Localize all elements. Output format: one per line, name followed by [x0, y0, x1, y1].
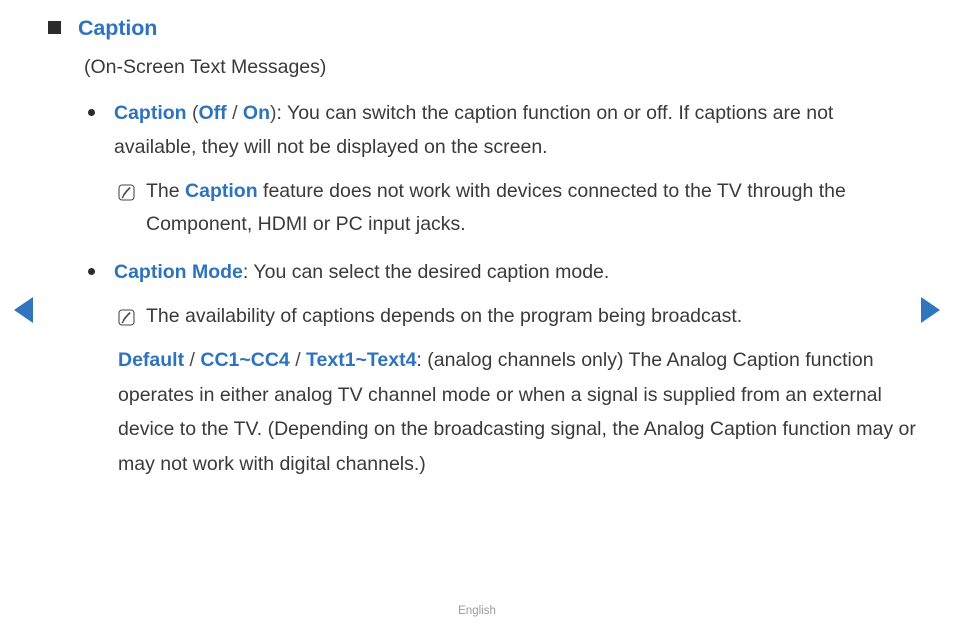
page-subtitle: (On-Screen Text Messages)	[84, 56, 327, 78]
footer-language: English	[458, 605, 496, 617]
option-on: On	[242, 102, 271, 124]
analog-caption-paragraph: Default / CC1~CC4 / Text1~Text4: (analog…	[118, 343, 918, 481]
option-term-caption-mode: Caption Mode	[114, 261, 243, 283]
section-heading: Caption	[48, 12, 910, 44]
option-text1-text4: Text1~Text4	[306, 349, 417, 371]
note-row: The Caption feature does not work with d…	[118, 175, 910, 241]
sep-1: /	[184, 349, 201, 371]
option-slash: /	[226, 102, 243, 124]
previous-page-arrow-icon[interactable]	[14, 297, 33, 323]
note-pen-icon	[118, 309, 135, 326]
page-title: Caption	[78, 16, 158, 40]
paren-open: (	[186, 102, 199, 124]
content-column: Caption (On-Screen Text Messages) Captio…	[48, 12, 916, 481]
colon-1: :	[276, 102, 287, 124]
colon-3: :	[416, 349, 428, 371]
sep-2: /	[289, 349, 307, 371]
note-text: The Caption feature does not work with d…	[146, 175, 910, 241]
list-item-text: Caption Mode: You can select the desired…	[114, 255, 910, 289]
list-item-body: You can select the desired caption mode.	[253, 261, 610, 283]
option-term-caption: Caption	[114, 102, 187, 124]
colon-2: :	[242, 261, 254, 283]
bullet-dot-icon	[88, 109, 95, 116]
note-pen-icon	[118, 184, 135, 201]
option-cc1-cc4: CC1~CC4	[200, 349, 290, 371]
note-row: The availability of captions depends on …	[118, 300, 910, 333]
option-off: Off	[198, 102, 227, 124]
manual-page: Caption (On-Screen Text Messages) Captio…	[0, 0, 954, 624]
list-item: Caption Mode: You can select the desired…	[88, 255, 910, 289]
option-default: Default	[118, 349, 185, 371]
note-term-caption: Caption	[185, 180, 258, 202]
list-item-text: Caption (Off / On): You can switch the c…	[114, 96, 910, 164]
list-item: Caption (Off / On): You can switch the c…	[88, 96, 910, 164]
next-page-arrow-icon[interactable]	[921, 297, 940, 323]
note-post: The availability of captions depends on …	[146, 305, 743, 327]
square-bullet-icon	[48, 21, 61, 34]
bullet-dot-icon	[88, 268, 95, 275]
note-text: The availability of captions depends on …	[146, 300, 910, 333]
note-pre: The	[146, 180, 186, 202]
